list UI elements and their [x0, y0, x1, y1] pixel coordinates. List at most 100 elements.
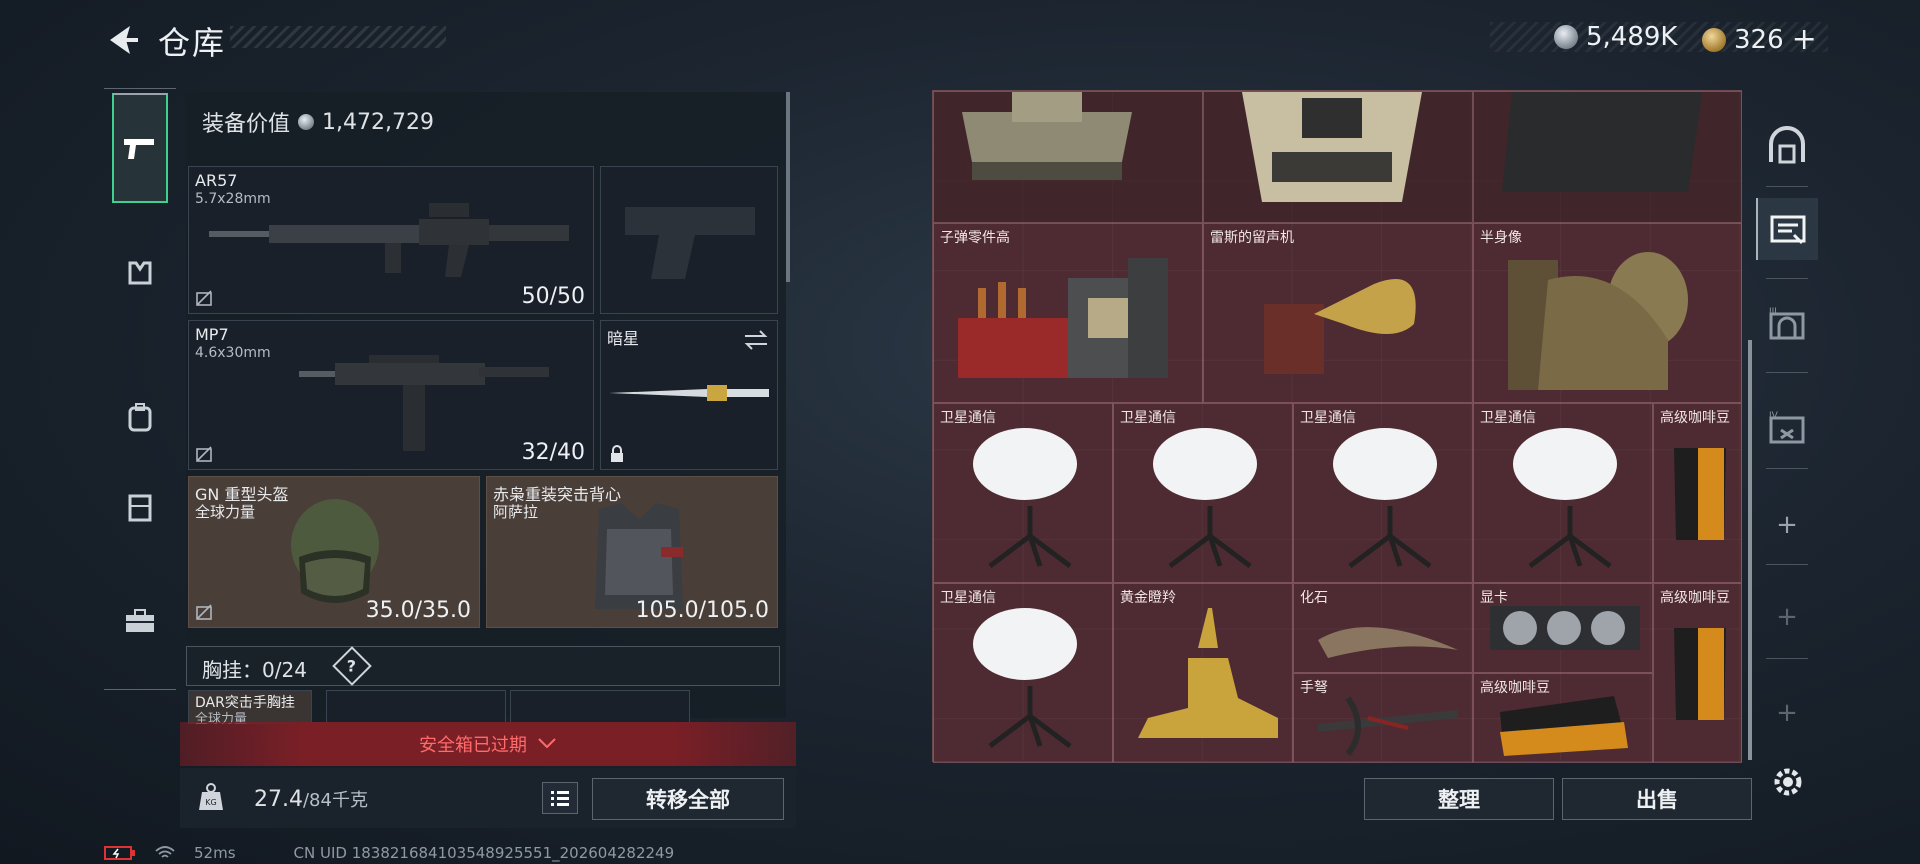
secondary-weapon-slot[interactable]: MP7 4.6x30mm 32/40 [188, 320, 594, 470]
sidearm-slot-empty[interactable] [600, 166, 778, 314]
grid-item-carbon-sheet[interactable] [1473, 91, 1742, 223]
weapon-name: MP7 [195, 325, 229, 344]
add-storage-page-button[interactable]: + [1756, 586, 1818, 648]
item-label: 卫星通信 [1120, 410, 1176, 426]
grid-item-coffee-beans[interactable]: 高级咖啡豆 [1473, 673, 1653, 763]
gold-currency[interactable]: 326 + [1702, 22, 1817, 57]
help-icon: ? [347, 656, 357, 676]
carbon-sheet-icon [1502, 92, 1702, 192]
add-storage-page-button[interactable]: + [1756, 682, 1818, 744]
tab-storage-2[interactable] [1756, 198, 1818, 260]
add-storage-page-button[interactable]: + [1756, 494, 1818, 556]
armor-slot[interactable]: 赤枭重装突击背心 阿萨拉 105.0/105.0 [486, 476, 778, 628]
tab-storage-3[interactable]: III [1756, 292, 1818, 354]
rail-divider [1766, 186, 1808, 187]
primary-weapon-slot[interactable]: AR57 5.7x28mm 50/50 [188, 166, 594, 314]
bunker-icon [1769, 126, 1805, 164]
tab-toolbox[interactable] [112, 593, 168, 649]
tab-armor[interactable] [112, 245, 168, 301]
graphics-card-icon [1490, 606, 1640, 650]
chest-pocket-1[interactable] [326, 690, 506, 724]
svg-text:III: III [1769, 307, 1777, 317]
tab-weapons[interactable] [112, 93, 168, 203]
ammo-parts-crate-icon [958, 258, 1168, 378]
safebox-expired-banner[interactable]: 安全箱已过期 [180, 722, 796, 766]
pistol-placeholder-icon [625, 207, 755, 279]
back-button[interactable] [104, 22, 140, 58]
storage-level-4-icon: IV [1769, 411, 1805, 444]
helmet-slot[interactable]: GN 重型头盔 全球力量 35.0/35.0 [188, 476, 480, 628]
gramophone-icon [1264, 279, 1416, 374]
chest-rig-label: 胸挂： [202, 658, 262, 682]
grid-item-tank[interactable] [933, 91, 1203, 223]
storage-scrollbar[interactable] [1748, 340, 1752, 760]
weight-current: 27.4 [254, 787, 303, 812]
grid-item-gramophone[interactable]: 雷斯的留声机 [1203, 223, 1473, 403]
status-line: 52ms CN UID 183821684103548925551_202604… [104, 844, 674, 862]
no-drop-icon [196, 290, 212, 306]
no-drop-icon [196, 604, 212, 620]
storage-level-3-icon: III [1769, 307, 1805, 340]
battery-low-icon [104, 846, 135, 860]
rifle-icon [209, 203, 569, 277]
grid-item-satellite[interactable]: 卫星通信 [1473, 403, 1653, 583]
grid-item-coffee-beans[interactable]: 高级咖啡豆 [1653, 583, 1742, 763]
sell-button[interactable]: 出售 [1562, 778, 1752, 820]
chest-rig-value: 0/24 [262, 658, 307, 682]
satellite-dish-icon [1153, 428, 1257, 568]
item-label: 卫星通信 [1300, 410, 1356, 426]
tank-model-icon [962, 92, 1132, 180]
tab-storage-4[interactable]: IV [1756, 396, 1818, 458]
grid-item-satellite[interactable]: 卫星通信 [1113, 403, 1293, 583]
grid-item-golden-gazelle[interactable]: 黄金瞪羚 [1113, 583, 1293, 763]
title-decoration [230, 26, 446, 48]
weight-icon: KG [199, 783, 223, 810]
chevron-down-icon [538, 738, 556, 749]
grid-item-bust[interactable]: 半身像 [1473, 223, 1742, 403]
settings-button[interactable] [1766, 760, 1810, 804]
briefcase-icon [126, 609, 154, 632]
chest-rig-slot[interactable]: DAR突击手胸挂 全球力量 [188, 690, 312, 727]
durability: 105.0/105.0 [635, 598, 769, 623]
lock-icon [611, 445, 623, 462]
tab-backpack[interactable] [112, 389, 168, 445]
armor-faction: 阿萨拉 [493, 503, 539, 521]
item-label: 高级咖啡豆 [1660, 410, 1730, 426]
item-label: 卫星通信 [940, 410, 996, 426]
rail-divider [1766, 372, 1808, 373]
satellite-dish-icon [1333, 428, 1437, 568]
add-currency-button[interactable]: + [1792, 22, 1817, 57]
storage-box-icon [1770, 215, 1806, 245]
loadout-scrollbar[interactable] [786, 92, 790, 282]
transfer-all-button[interactable]: 转移全部 [592, 778, 784, 820]
satellite-dish-icon [1513, 428, 1617, 568]
tab-container[interactable] [112, 479, 168, 535]
swap-icon[interactable] [743, 329, 769, 351]
case-icon [128, 494, 152, 522]
chest-pocket-2[interactable] [510, 690, 690, 724]
tab-main-storage[interactable] [1756, 114, 1818, 176]
satellite-dish-icon [973, 428, 1077, 568]
grid-item-motherboard[interactable] [1203, 91, 1473, 223]
grid-item-ammo-parts[interactable]: 子弹零件高 [933, 223, 1203, 403]
grid-item-satellite[interactable]: 卫星通信 [933, 403, 1113, 583]
grid-item-crossbow[interactable]: 手弩 [1293, 673, 1473, 763]
list-view-button[interactable] [542, 782, 578, 814]
golden-gazelle-icon [1138, 608, 1278, 738]
grid-item-fossil[interactable]: 化石 [1293, 583, 1473, 673]
silver-coin-icon [298, 114, 315, 130]
wifi-icon [155, 846, 175, 858]
grid-item-satellite[interactable]: 卫星通信 [933, 583, 1113, 763]
melee-slot[interactable]: 暗星 [600, 320, 778, 470]
grid-item-gpu[interactable]: 显卡 [1473, 583, 1653, 673]
grid-item-satellite[interactable]: 卫星通信 [1293, 403, 1473, 583]
grid-item-coffee-beans[interactable]: 高级咖啡豆 [1653, 403, 1742, 583]
gear-icon [1774, 768, 1802, 796]
crossbow-icon [1317, 696, 1459, 756]
uid-text: CN UID 183821684103548925551_20260428224… [293, 844, 675, 862]
sort-button[interactable]: 整理 [1364, 778, 1554, 820]
ammo-count: 32/40 [521, 440, 585, 465]
weight-max: /84千克 [302, 790, 368, 811]
storage-grid[interactable]: 子弹零件高 雷斯的留声机 半身像 卫星通信 卫星通信 卫星通信 卫星通信 高级咖… [932, 90, 1742, 763]
item-label: 卫星通信 [1480, 410, 1536, 426]
